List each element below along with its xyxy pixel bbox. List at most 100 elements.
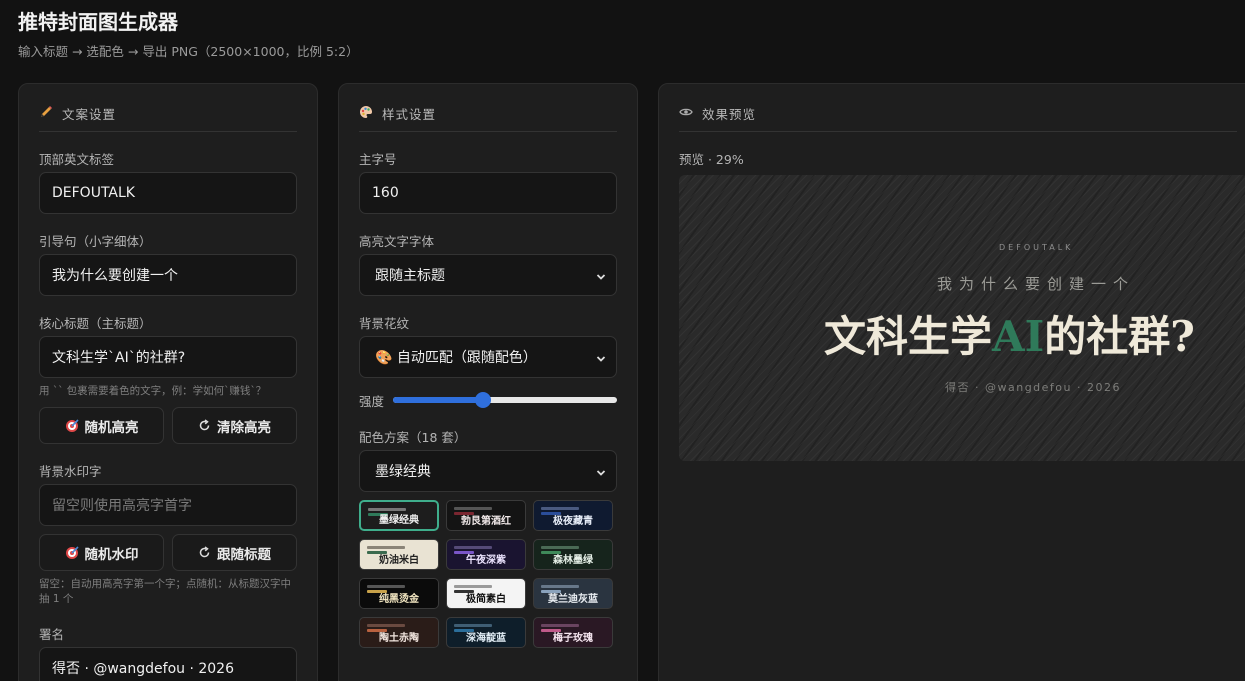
highlight-font-label: 高亮文字字体: [359, 234, 435, 249]
highlight-font-select[interactable]: 跟随主标题: [359, 254, 617, 296]
swatch-name: 莫兰迪灰蓝: [548, 594, 598, 605]
swatch-bar: [367, 624, 405, 627]
follow-title-label: 跟随标题: [217, 546, 271, 563]
swatch-bar: [454, 585, 492, 588]
random-highlight-button[interactable]: 随机高亮: [39, 407, 164, 444]
watermark-input[interactable]: 留空则使用高亮字首字: [39, 484, 297, 526]
target-icon: [65, 545, 79, 560]
strength-label: 强度: [359, 393, 385, 409]
preview-sign: 得否 · @wangdefou · 2026: [945, 381, 1121, 394]
style-settings-title: 样式设置: [382, 107, 437, 122]
swatch-name: 森林墨绿: [553, 555, 593, 566]
palette-icon: [359, 105, 373, 119]
chevron-down-icon: [596, 352, 606, 362]
swatch-bar: [367, 546, 405, 549]
main-title-hint: 用 `` 包裹需要着色的文字，例：学如何`赚钱`？: [39, 385, 267, 397]
tag-input[interactable]: DEFOUTALK: [39, 172, 297, 214]
app-header: 推特封面图生成器 输入标题 → 选配色 → 导出 PNG（2500×1000，比…: [18, 8, 359, 60]
tag-label: 顶部英文标签: [39, 152, 115, 167]
font-size-input[interactable]: 160: [359, 172, 617, 214]
clear-highlight-label: 清除高亮: [217, 419, 271, 436]
swatch-bar: [454, 507, 492, 510]
color-swatch[interactable]: 极夜藏青: [533, 500, 613, 531]
color-swatch[interactable]: 深海靛蓝: [446, 617, 526, 648]
swatch-name: 极简素白: [466, 594, 506, 605]
preview-zoom-label: 预览 · 29%: [679, 152, 744, 167]
swatch-name: 勃艮第酒红: [461, 516, 511, 527]
color-swatch[interactable]: 梅子玫瑰: [533, 617, 613, 648]
app-title: 推特封面图生成器: [18, 10, 178, 34]
swatch-name: 墨绿经典: [379, 515, 419, 526]
pencil-icon: [39, 105, 53, 119]
swatch-bar: [454, 546, 492, 549]
copy-settings-header: 文案设置: [39, 84, 297, 132]
swatch-name: 极夜藏青: [553, 516, 593, 527]
swatch-bar: [541, 624, 579, 627]
lead-input[interactable]: 我为什么要创建一个: [39, 254, 297, 296]
sign-input[interactable]: 得否 · @wangdefou · 2026: [39, 647, 297, 681]
color-swatch[interactable]: 纯黑烫金: [359, 578, 439, 609]
main-title-label: 核心标题（主标题）: [39, 316, 152, 331]
strength-row: 强度: [359, 390, 617, 410]
cover-preview: DEFOUTALK 我为什么要创建一个 文科生学AI的社群? 得否 · @wan…: [679, 175, 1245, 461]
strength-slider-fill: [393, 397, 483, 403]
swatch-bar: [367, 585, 405, 588]
preview-title-before: 文科生学: [824, 312, 993, 361]
preview-title-after: 的社群?: [1044, 312, 1195, 361]
watermark-label: 背景水印字: [39, 464, 102, 479]
swatch-name: 梅子玫瑰: [553, 633, 593, 644]
refresh-icon: [198, 546, 211, 559]
color-swatch[interactable]: 奶油米白: [359, 539, 439, 570]
swatch-name: 陶土赤陶: [379, 633, 419, 644]
highlight-buttons: 随机高亮 清除高亮: [39, 407, 297, 444]
highlight-font-value: 跟随主标题: [375, 268, 445, 284]
lead-label: 引导句（小字细体）: [39, 234, 152, 249]
color-swatch[interactable]: 勃艮第酒红: [446, 500, 526, 531]
swatch-bar: [541, 585, 579, 588]
strength-slider[interactable]: [393, 392, 617, 408]
main-title-input[interactable]: 文科生学`AI`的社群?: [39, 336, 297, 378]
preview-lead: 我为什么要创建一个: [937, 275, 1136, 293]
swatch-bar: [454, 624, 492, 627]
copy-settings-panel: 文案设置 顶部英文标签 DEFOUTALK 引导句（小字细体） 我为什么要创建一…: [18, 83, 318, 681]
target-icon: [65, 418, 79, 433]
preview-tag: DEFOUTALK: [999, 243, 1074, 252]
style-settings-header: 样式设置: [359, 84, 617, 132]
random-watermark-button[interactable]: 随机水印: [39, 534, 164, 571]
color-swatch[interactable]: 莫兰迪灰蓝: [533, 578, 613, 609]
copy-settings-title: 文案设置: [62, 107, 117, 122]
pattern-value: 🎨 自动匹配（跟随配色）: [375, 350, 537, 366]
strength-slider-thumb[interactable]: [474, 392, 491, 408]
random-highlight-label: 随机高亮: [84, 419, 139, 436]
swatch-name: 纯黑烫金: [379, 594, 419, 605]
eye-icon: [679, 105, 693, 119]
scheme-label: 配色方案（18 套）: [359, 430, 467, 445]
pattern-label: 背景花纹: [359, 316, 410, 331]
color-swatch[interactable]: 森林墨绿: [533, 539, 613, 570]
scheme-select[interactable]: 墨绿经典: [359, 450, 617, 492]
color-swatch[interactable]: 陶土赤陶: [359, 617, 439, 648]
follow-title-button[interactable]: 跟随标题: [172, 534, 297, 571]
watermark-hint: 留空：自动用高亮字第一个字；点随机：从标题汉字中抽 1 个: [39, 578, 291, 605]
pattern-select[interactable]: 🎨 自动匹配（跟随配色）: [359, 336, 617, 378]
swatch-name: 奶油米白: [379, 555, 419, 566]
sign-label: 署名: [39, 627, 65, 642]
clear-highlight-button[interactable]: 清除高亮: [172, 407, 297, 444]
app-subtitle: 输入标题 → 选配色 → 导出 PNG（2500×1000，比例 5:2）: [18, 44, 359, 59]
preview-title: 效果预览: [702, 107, 757, 122]
swatch-name: 深海靛蓝: [466, 633, 506, 644]
scheme-value: 墨绿经典: [375, 464, 431, 480]
swatch-bar: [541, 507, 579, 510]
watermark-buttons: 随机水印 跟随标题: [39, 534, 297, 571]
swatch-bar: [541, 546, 579, 549]
refresh-icon: [198, 419, 211, 432]
preview-panel: 效果预览 预览 · 29% DEFOUTALK 我为什么要创建一个 文科生学AI…: [658, 83, 1245, 681]
preview-header: 效果预览: [679, 84, 1237, 132]
swatch-name: 午夜深紫: [466, 555, 506, 566]
color-swatch[interactable]: 午夜深紫: [446, 539, 526, 570]
color-swatch[interactable]: 极简素白: [446, 578, 526, 609]
chevron-down-icon: [596, 466, 606, 476]
preview-main-title: 文科生学AI的社群?: [824, 303, 1195, 364]
style-settings-panel: 样式设置 主字号 160 高亮文字字体 跟随主标题 背景花纹 🎨 自动匹配（跟随…: [338, 83, 638, 681]
color-swatch[interactable]: 墨绿经典: [359, 500, 439, 531]
